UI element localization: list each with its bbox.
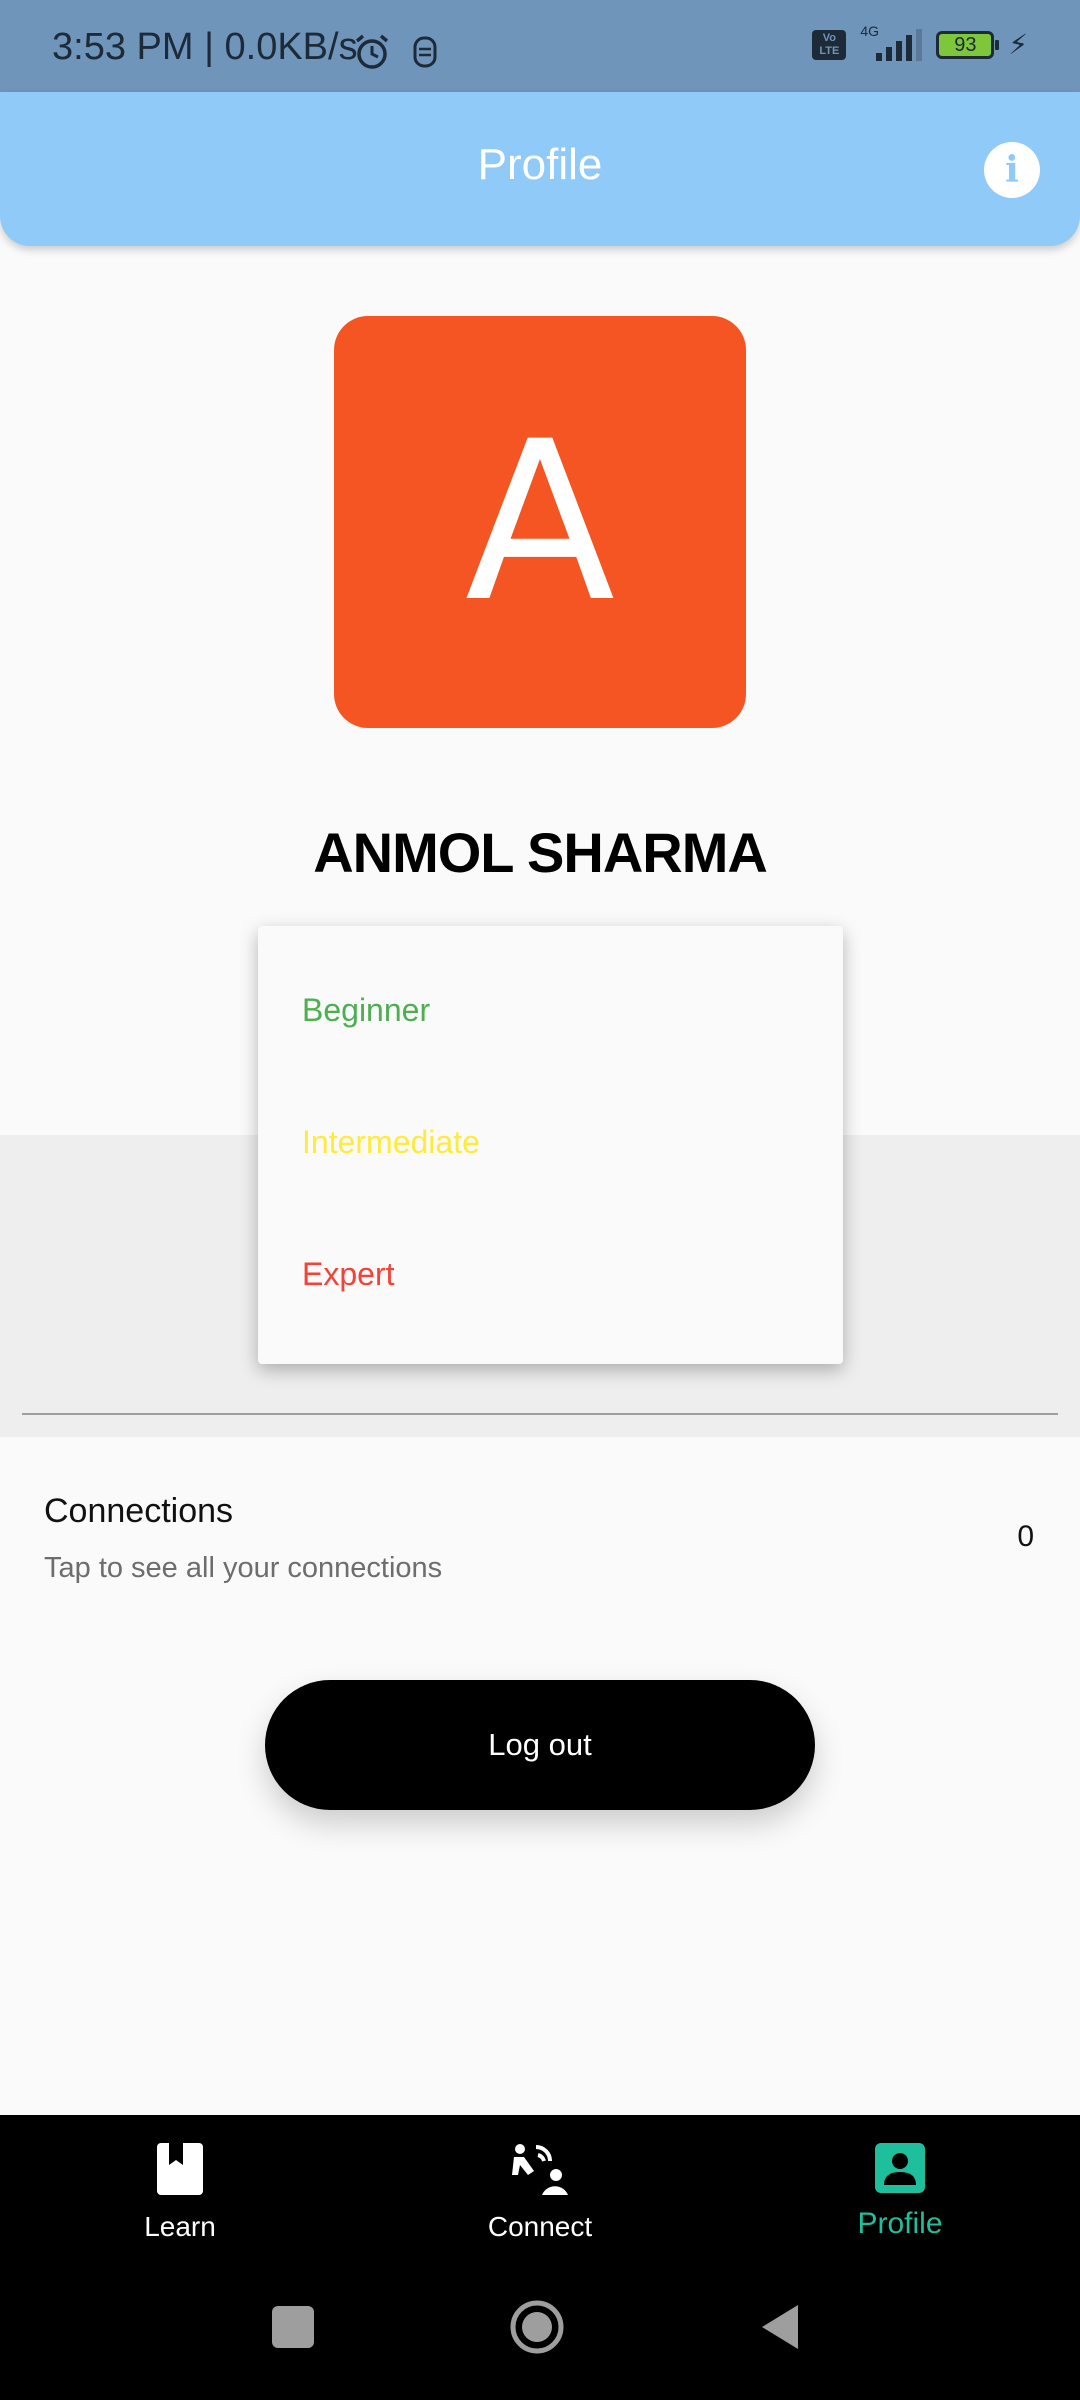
status-time: 3:53 PM | 0.0KB/s — [52, 26, 358, 68]
level-option-intermediate[interactable]: Intermediate — [302, 1124, 480, 1161]
nav-label-learn: Learn — [144, 2211, 216, 2242]
system-nav-bar — [0, 2260, 1080, 2400]
charging-icon: ⚡ — [1008, 28, 1028, 61]
info-icon[interactable]: i — [984, 142, 1040, 198]
nav-item-connect[interactable]: Connect — [360, 2115, 720, 2260]
divider — [22, 1413, 1058, 1415]
bottom-nav: Learn Connect Profile — [0, 2115, 1080, 2260]
recents-icon[interactable] — [270, 2302, 316, 2352]
connect-icon — [512, 2144, 568, 2195]
home-icon[interactable] — [508, 2298, 566, 2356]
back-icon[interactable] — [758, 2302, 802, 2352]
user-name: ANMOL SHARMA — [313, 821, 768, 884]
volte-badge: Vo LTE — [812, 29, 847, 60]
book-icon — [157, 2143, 203, 2195]
notification-icon — [413, 36, 437, 68]
app-bar: Profile i — [0, 92, 1080, 246]
level-option-expert[interactable]: Expert — [302, 1256, 394, 1293]
avatar[interactable]: A — [334, 316, 746, 728]
page-title: Profile — [477, 140, 603, 189]
nav-item-profile[interactable]: Profile — [720, 2115, 1080, 2260]
signal-icon: 4G — [860, 23, 923, 61]
nav-label-connect: Connect — [487, 2211, 593, 2242]
battery-icon: 93 — [936, 30, 1000, 59]
connections-subtitle: Tap to see all your connections — [44, 1552, 443, 1584]
nav-label-profile: Profile — [857, 2207, 943, 2240]
level-dropdown-menu: Beginner Intermediate Expert — [258, 926, 843, 1364]
nav-item-learn[interactable]: Learn — [0, 2115, 360, 2260]
connections-count: 0 — [1017, 1520, 1034, 1553]
status-bar: 3:53 PM | 0.0KB/s Vo LTE 4G 93 ⚡ — [0, 0, 1080, 92]
logout-button[interactable]: Log out — [265, 1680, 815, 1810]
alarm-icon — [355, 34, 389, 69]
connections-title: Connections — [44, 1492, 234, 1530]
status-left-icons — [352, 32, 440, 72]
level-option-beginner[interactable]: Beginner — [302, 992, 430, 1029]
profile-icon — [875, 2143, 925, 2193]
status-right-icons: Vo LTE 4G 93 ⚡ — [812, 23, 1028, 61]
network-type: 4G — [860, 22, 880, 39]
